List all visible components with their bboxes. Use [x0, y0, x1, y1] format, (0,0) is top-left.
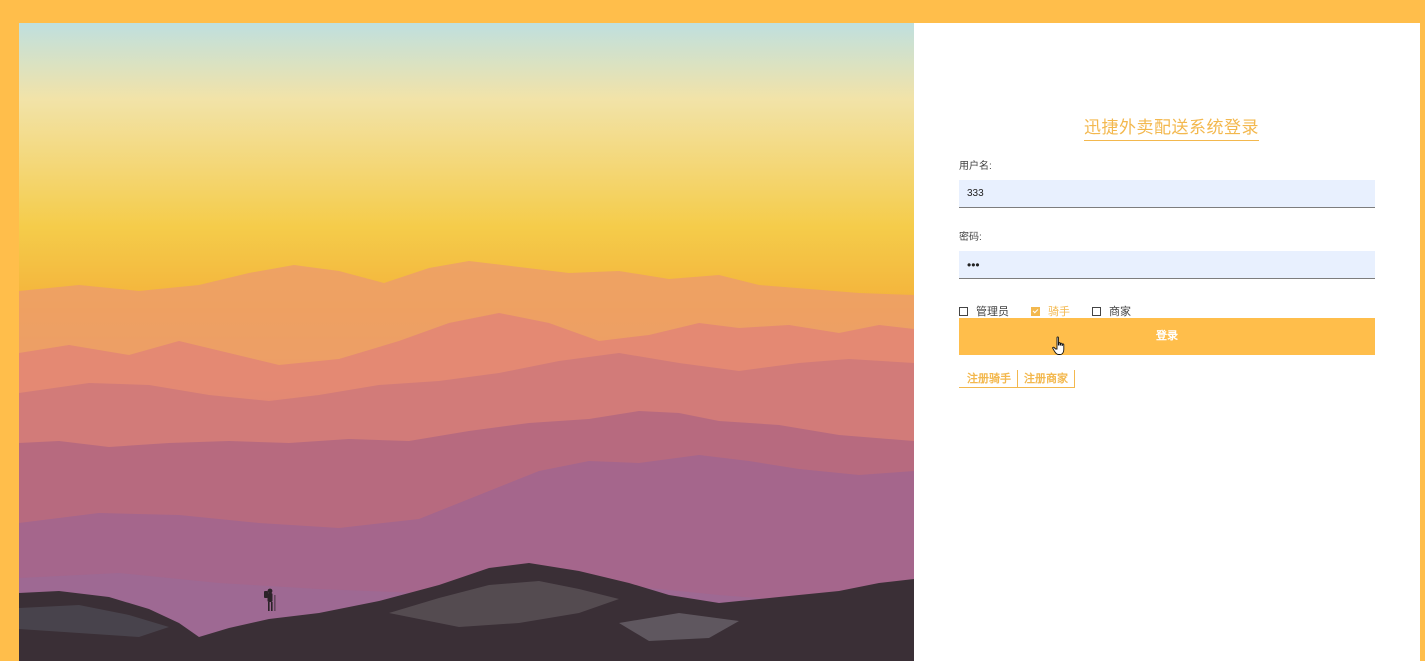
register-links: 注册骑手 注册商家	[959, 370, 1075, 388]
role-label-admin: 管理员	[976, 306, 1009, 318]
role-option-merchant[interactable]: 商家	[1092, 303, 1131, 319]
checkbox-merchant[interactable]	[1092, 306, 1101, 316]
username-label: 用户名:	[959, 161, 992, 172]
role-option-admin[interactable]: 管理员	[959, 303, 1009, 319]
login-panel: 迅捷外卖配送系统登录 用户名: 333 密码: ••• 管理员 骑手 商家 登录…	[914, 23, 1420, 661]
register-merchant-link[interactable]: 注册商家	[1018, 370, 1075, 388]
check-icon[interactable]	[1031, 306, 1040, 316]
role-label-rider: 骑手	[1048, 306, 1070, 318]
register-rider-link[interactable]: 注册骑手	[959, 370, 1018, 388]
checkbox-admin[interactable]	[959, 306, 968, 316]
hero-image-mountains	[19, 23, 914, 661]
login-button[interactable]: 登录	[959, 318, 1375, 355]
password-input[interactable]: •••	[959, 251, 1375, 279]
hand-pointer-icon	[1052, 336, 1065, 355]
password-label: 密码:	[959, 232, 982, 243]
role-selector: 管理员 骑手 商家	[959, 304, 1153, 318]
username-input[interactable]: 333	[959, 180, 1375, 208]
role-label-merchant: 商家	[1109, 306, 1131, 318]
page-frame: 迅捷外卖配送系统登录 用户名: 333 密码: ••• 管理员 骑手 商家 登录…	[0, 0, 1425, 661]
role-option-rider[interactable]: 骑手	[1031, 303, 1070, 319]
login-title: 迅捷外卖配送系统登录	[1084, 113, 1259, 141]
